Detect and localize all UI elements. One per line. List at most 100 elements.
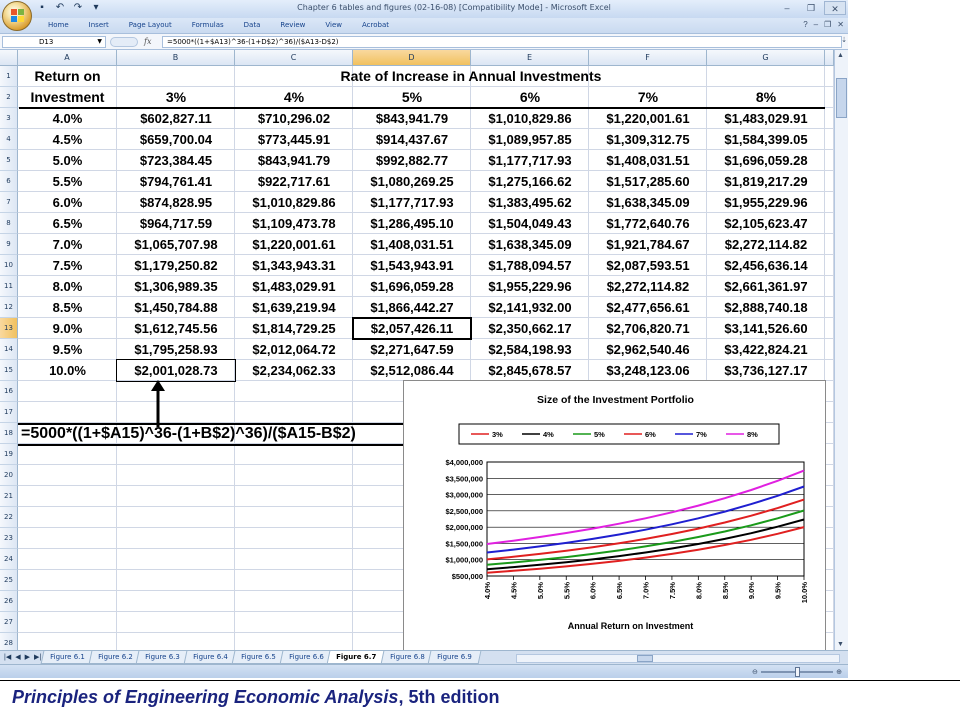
portfolio-value-cell[interactable]: $1,177,717.93 bbox=[471, 150, 589, 171]
portfolio-value-cell[interactable]: $1,795,258.93 bbox=[117, 339, 235, 360]
portfolio-value-cell[interactable]: $1,955,229.96 bbox=[471, 276, 589, 297]
zoom-out-icon[interactable]: ⊖ bbox=[752, 668, 758, 676]
portfolio-value-cell[interactable]: $2,584,198.93 bbox=[471, 339, 589, 360]
return-rate-cell[interactable]: 4.5% bbox=[18, 129, 117, 150]
row-header[interactable]: 24 bbox=[0, 549, 18, 570]
portfolio-value-cell[interactable]: $773,445.91 bbox=[235, 129, 353, 150]
portfolio-value-cell[interactable]: $1,383,495.62 bbox=[471, 192, 589, 213]
first-sheet-icon[interactable]: |◀ bbox=[4, 653, 11, 661]
return-rate-cell[interactable]: 6.5% bbox=[18, 213, 117, 234]
scroll-down-icon[interactable]: ▼ bbox=[837, 641, 844, 648]
formula-bar-resize-handle[interactable] bbox=[110, 37, 138, 47]
expand-formula-bar-icon[interactable]: ⇣ bbox=[841, 36, 847, 44]
tab-insert[interactable]: Insert bbox=[79, 21, 119, 29]
ribbon-close-icon[interactable]: ✕ bbox=[837, 20, 844, 29]
row-header[interactable]: 26 bbox=[0, 591, 18, 612]
last-sheet-icon[interactable]: ▶| bbox=[34, 653, 41, 661]
portfolio-value-cell[interactable]: $2,105,623.47 bbox=[707, 213, 825, 234]
portfolio-value-cell[interactable]: $1,408,031.51 bbox=[589, 150, 707, 171]
portfolio-value-cell[interactable]: $1,010,829.86 bbox=[471, 108, 589, 129]
portfolio-value-cell[interactable]: $1,483,029.91 bbox=[707, 108, 825, 129]
tab-view[interactable]: View bbox=[315, 21, 352, 29]
portfolio-value-cell[interactable]: $2,845,678.57 bbox=[471, 360, 589, 381]
portfolio-value-cell[interactable]: $1,788,094.57 bbox=[471, 255, 589, 276]
portfolio-value-cell[interactable]: $874,828.95 bbox=[117, 192, 235, 213]
portfolio-value-cell[interactable]: $964,717.59 bbox=[117, 213, 235, 234]
portfolio-value-cell[interactable]: $914,437.67 bbox=[353, 129, 471, 150]
redo-icon[interactable]: ↷ bbox=[72, 2, 84, 14]
portfolio-value-cell[interactable]: $1,921,784.67 bbox=[589, 234, 707, 255]
tab-home[interactable]: Home bbox=[38, 21, 79, 29]
qat-customize-icon[interactable]: ▾ bbox=[90, 2, 102, 14]
portfolio-value-cell[interactable]: $1,220,001.61 bbox=[235, 234, 353, 255]
portfolio-value-cell[interactable]: $602,827.11 bbox=[117, 108, 235, 129]
row-header[interactable]: 27 bbox=[0, 612, 18, 633]
portfolio-value-cell[interactable]: $710,296.02 bbox=[235, 108, 353, 129]
portfolio-value-cell[interactable]: $3,422,824.21 bbox=[707, 339, 825, 360]
row-header[interactable]: 13 bbox=[0, 318, 18, 339]
portfolio-value-cell[interactable]: $2,234,062.33 bbox=[235, 360, 353, 381]
row-header[interactable]: 5 bbox=[0, 150, 18, 171]
row-header[interactable]: 6 bbox=[0, 171, 18, 192]
return-rate-cell[interactable]: 8.0% bbox=[18, 276, 117, 297]
portfolio-value-cell[interactable]: $2,012,064.72 bbox=[235, 339, 353, 360]
formula-input[interactable]: =5000*((1+$A13)^36-(1+D$2)^36)/($A13-D$2… bbox=[162, 36, 842, 48]
return-rate-cell[interactable]: 6.0% bbox=[18, 192, 117, 213]
portfolio-value-cell[interactable]: $2,141,932.00 bbox=[471, 297, 589, 318]
portfolio-value-cell[interactable]: $1,177,717.93 bbox=[353, 192, 471, 213]
column-header-c[interactable]: C bbox=[235, 50, 353, 66]
portfolio-value-cell[interactable]: $1,517,285.60 bbox=[589, 171, 707, 192]
column-header-f[interactable]: F bbox=[589, 50, 707, 66]
vertical-scrollbar[interactable]: ▲ ▼ bbox=[834, 50, 848, 650]
portfolio-value-cell[interactable]: $992,882.77 bbox=[353, 150, 471, 171]
portfolio-value-cell[interactable]: $922,717.61 bbox=[235, 171, 353, 192]
portfolio-value-cell[interactable]: $2,512,086.44 bbox=[353, 360, 471, 381]
portfolio-value-cell[interactable]: $1,275,166.62 bbox=[471, 171, 589, 192]
sheet-tab[interactable]: Figure 6.3 bbox=[136, 651, 190, 664]
portfolio-value-cell[interactable]: $2,661,361.97 bbox=[707, 276, 825, 297]
portfolio-value-cell[interactable]: $1,696,059.28 bbox=[353, 276, 471, 297]
portfolio-value-cell[interactable]: $1,306,989.35 bbox=[117, 276, 235, 297]
sheet-tab[interactable]: Figure 6.2 bbox=[88, 651, 142, 664]
portfolio-value-cell[interactable]: $2,962,540.46 bbox=[589, 339, 707, 360]
row-header[interactable]: 18 bbox=[0, 423, 18, 444]
row-header[interactable]: 1 bbox=[0, 66, 18, 87]
row-header[interactable]: 23 bbox=[0, 528, 18, 549]
restore-button[interactable]: ❐ bbox=[800, 1, 822, 15]
office-button[interactable] bbox=[2, 1, 32, 31]
return-rate-cell[interactable]: 9.0% bbox=[18, 318, 117, 339]
column-header-b[interactable]: B bbox=[117, 50, 235, 66]
portfolio-value-cell[interactable]: $1,080,269.25 bbox=[353, 171, 471, 192]
help-icon[interactable]: ? bbox=[803, 20, 807, 29]
portfolio-value-cell[interactable]: $1,483,029.91 bbox=[235, 276, 353, 297]
rate-header-cell[interactable]: 3% bbox=[117, 87, 235, 108]
zoom-in-icon[interactable]: ⊕ bbox=[836, 668, 842, 676]
minimize-button[interactable]: – bbox=[776, 1, 798, 15]
portfolio-value-cell[interactable]: $1,543,943.91 bbox=[353, 255, 471, 276]
return-rate-cell[interactable]: 4.0% bbox=[18, 108, 117, 129]
zoom-knob[interactable] bbox=[794, 666, 800, 677]
portfolio-value-cell[interactable]: $2,706,820.71 bbox=[589, 318, 707, 339]
prev-sheet-icon[interactable]: ◀ bbox=[15, 653, 20, 661]
active-cell-border[interactable] bbox=[352, 317, 472, 340]
tab-page-layout[interactable]: Page Layout bbox=[119, 21, 182, 29]
return-rate-cell[interactable]: 10.0% bbox=[18, 360, 117, 381]
portfolio-value-cell[interactable]: $1,504,049.43 bbox=[471, 213, 589, 234]
portfolio-value-cell[interactable]: $2,477,656.61 bbox=[589, 297, 707, 318]
sheet-tab[interactable]: Figure 6.6 bbox=[279, 651, 333, 664]
portfolio-value-cell[interactable]: $2,350,662.17 bbox=[471, 318, 589, 339]
portfolio-value-cell[interactable]: $2,087,593.51 bbox=[589, 255, 707, 276]
tab-formulas[interactable]: Formulas bbox=[182, 21, 234, 29]
sheet-tab[interactable]: Figure 6.1 bbox=[40, 651, 95, 664]
column-header-g[interactable]: G bbox=[707, 50, 825, 66]
return-rate-cell[interactable]: 5.0% bbox=[18, 150, 117, 171]
portfolio-value-cell[interactable]: $1,179,250.82 bbox=[117, 255, 235, 276]
row-header[interactable]: 20 bbox=[0, 465, 18, 486]
portfolio-value-cell[interactable]: $3,736,127.17 bbox=[707, 360, 825, 381]
vertical-scroll-thumb[interactable] bbox=[836, 78, 847, 118]
portfolio-value-cell[interactable]: $1,089,957.85 bbox=[471, 129, 589, 150]
portfolio-value-cell[interactable]: $723,384.45 bbox=[117, 150, 235, 171]
return-rate-cell[interactable]: 9.5% bbox=[18, 339, 117, 360]
portfolio-value-cell[interactable]: $2,272,114.82 bbox=[589, 276, 707, 297]
portfolio-value-cell[interactable]: $1,343,943.31 bbox=[235, 255, 353, 276]
